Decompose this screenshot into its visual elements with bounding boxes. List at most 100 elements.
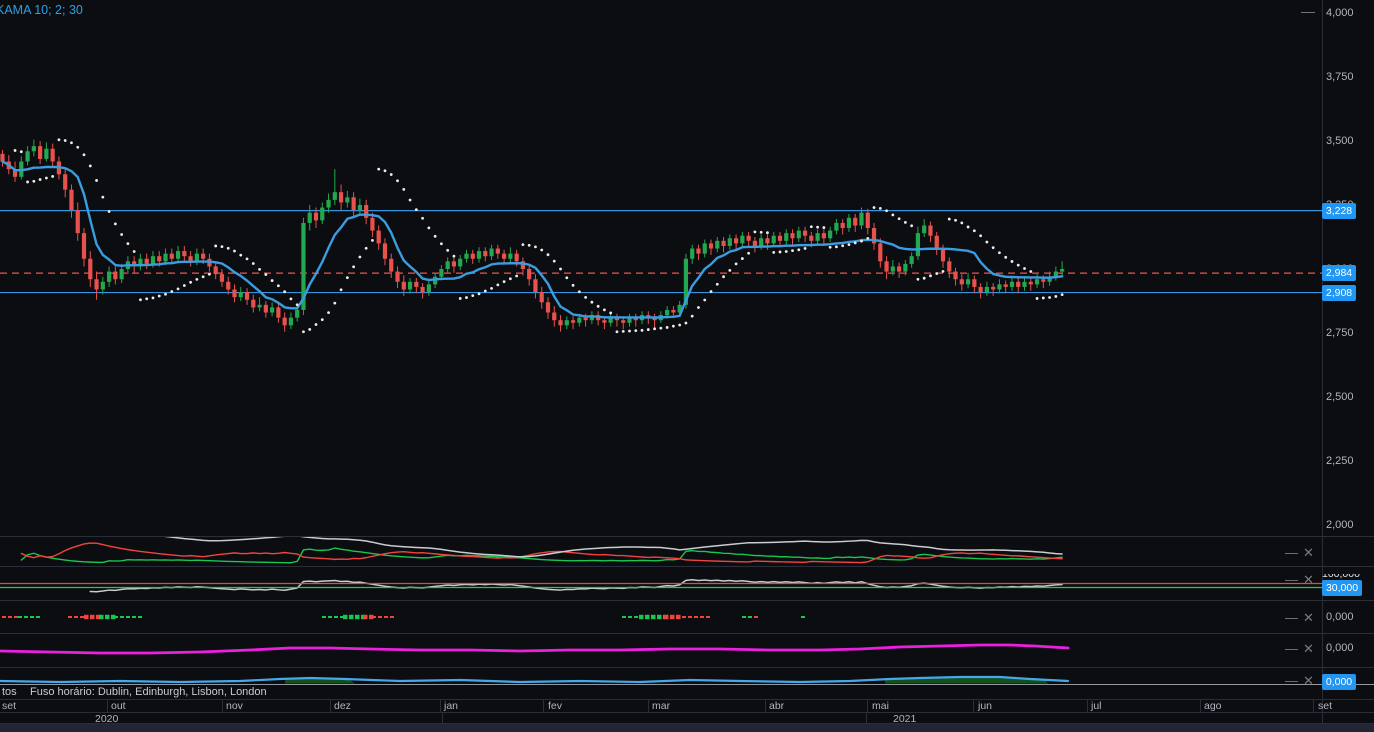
candle	[219, 274, 225, 282]
candle	[602, 320, 607, 323]
candle	[282, 317, 287, 326]
candle	[771, 235, 776, 244]
candle	[458, 258, 463, 267]
candle	[696, 248, 701, 254]
price-axis-tick: 2,000	[1326, 519, 1354, 531]
candle	[401, 281, 406, 290]
candle	[909, 256, 914, 264]
candle	[558, 320, 563, 326]
month-label-out[interactable]: out	[111, 701, 126, 712]
candle	[777, 235, 783, 241]
panel-dmi	[20, 537, 1063, 564]
candle	[332, 192, 337, 200]
panel-minimize-button[interactable]: —	[1285, 642, 1298, 655]
candle	[188, 256, 193, 262]
candle	[621, 320, 626, 323]
month-label-mar[interactable]: mar	[652, 701, 670, 712]
candle	[865, 212, 870, 229]
candle	[922, 225, 927, 234]
candle	[476, 251, 482, 259]
candle	[514, 253, 519, 262]
panel-minimize-button[interactable]: —	[1285, 546, 1298, 559]
candle	[947, 261, 952, 272]
panel-oscillator	[89, 579, 1063, 593]
candle	[752, 240, 757, 246]
month-label-jul[interactable]: jul	[1091, 701, 1102, 712]
candle	[828, 230, 833, 239]
status-bar: tos Fuso horário: Dublin, Edinburgh, Lis…	[0, 685, 1322, 698]
candle	[1022, 281, 1027, 287]
candle	[270, 307, 275, 313]
candle	[31, 146, 36, 152]
candle	[878, 243, 883, 262]
candle	[288, 317, 294, 326]
month-label-mai[interactable]: mai	[872, 701, 889, 712]
candle	[426, 284, 431, 293]
panel-cyan-line	[0, 675, 1070, 684]
candle	[928, 225, 933, 236]
candle	[113, 271, 118, 280]
month-label-jan[interactable]: jan	[444, 701, 458, 712]
month-label-nov[interactable]: nov	[226, 701, 243, 712]
panel-close-button[interactable]: ✕	[1303, 573, 1314, 586]
kama-line	[1, 160, 1064, 319]
candle	[802, 230, 808, 236]
candle	[746, 235, 751, 241]
candle	[502, 253, 507, 259]
panel-magenta-line	[0, 643, 1070, 655]
month-label-jun[interactable]: jun	[978, 701, 992, 712]
candle	[407, 281, 413, 290]
candle	[840, 222, 845, 229]
main-pane-collapse-icon[interactable]: —	[1301, 4, 1315, 18]
candle	[1034, 279, 1040, 285]
candle	[665, 309, 670, 316]
candle	[175, 251, 181, 259]
month-label-ago[interactable]: ago	[1204, 701, 1222, 712]
candle	[564, 320, 569, 326]
candle	[897, 266, 902, 272]
candle	[671, 309, 676, 313]
candle	[733, 238, 739, 244]
candle	[81, 233, 87, 259]
panel-minimize-button[interactable]: —	[1285, 573, 1298, 586]
month-label-fev[interactable]: fev	[548, 701, 562, 712]
candle	[100, 281, 105, 290]
month-label-abr[interactable]: abr	[769, 701, 784, 712]
panel-close-button[interactable]: ✕	[1303, 642, 1314, 655]
timezone-text[interactable]: Fuso horário: Dublin, Edinburgh, Lisbon,…	[30, 686, 267, 698]
month-label-set[interactable]: set	[1318, 701, 1332, 712]
candle	[690, 248, 695, 259]
candle	[470, 253, 475, 259]
month-label-set[interactable]: set	[2, 701, 16, 712]
panel-close-button[interactable]: ✕	[1303, 546, 1314, 559]
candle	[972, 279, 977, 287]
bottom-toolbar-strip	[0, 724, 1374, 732]
panel-value-label: 0,000	[1322, 674, 1356, 690]
candle	[251, 299, 256, 308]
candle	[320, 207, 325, 221]
candle	[809, 235, 814, 241]
panel-close-button[interactable]: ✕	[1303, 611, 1314, 624]
candle	[527, 269, 532, 280]
candle	[276, 307, 281, 318]
candle	[63, 174, 68, 190]
candle	[232, 289, 237, 298]
price-axis-tick: 3,750	[1326, 71, 1354, 83]
candle	[903, 263, 908, 272]
candle	[382, 243, 388, 259]
candle	[583, 317, 588, 321]
candle	[577, 317, 582, 323]
candle	[997, 284, 1002, 290]
candle	[420, 286, 425, 293]
status-left-fragment: tos	[2, 686, 17, 698]
candle	[495, 248, 500, 254]
candle	[790, 233, 795, 239]
candle	[464, 253, 469, 259]
candle	[570, 320, 576, 323]
candle	[244, 292, 250, 300]
candle	[890, 266, 895, 272]
panel-minimize-button[interactable]: —	[1285, 611, 1298, 624]
price-axis-tick: 2,750	[1326, 327, 1354, 339]
candle	[1060, 269, 1065, 272]
month-label-dez[interactable]: dez	[334, 701, 351, 712]
